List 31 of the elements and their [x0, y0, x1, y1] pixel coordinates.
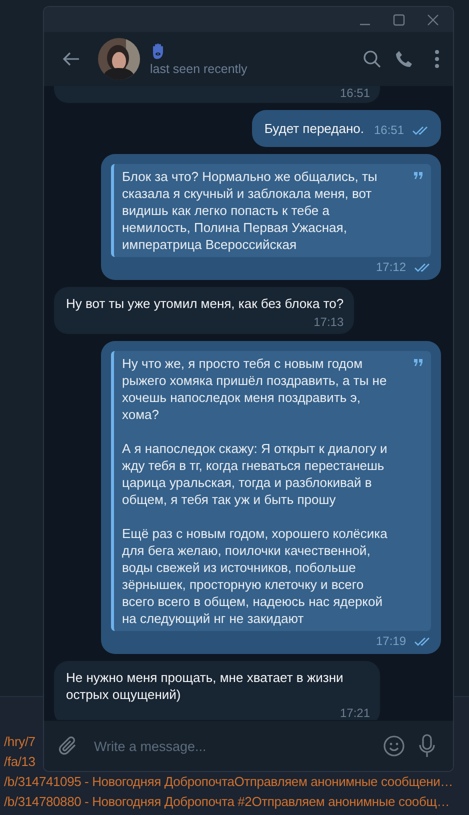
- quote-mark-icon: [414, 359, 423, 366]
- thread-link[interactable]: /fa/13: [4, 753, 36, 771]
- quote-mark-icon: [414, 172, 423, 179]
- thread-link[interactable]: /b/314741095 - Новогодняя ДобропочтаОтправляем анонимные сообщени…: [4, 773, 453, 791]
- message-time: 17:21: [340, 706, 370, 720]
- message-text: Будет передано.: [264, 120, 364, 137]
- maximize-icon[interactable]: [393, 14, 405, 26]
- message-text: Не нужно меня прощать, мне хватает в жизни острых ощущений): [66, 669, 344, 703]
- message-time: 16:51: [374, 123, 404, 137]
- message-time: 17:12: [376, 260, 406, 274]
- message-text: Блок за что? Нормально же общались, ты сказала я скучный и заблокала меня, вот видишь как легко попасть к тебе а немилость, Полина Первая Ужасная, императрица Всероссийская: [122, 168, 378, 253]
- message-text: Ну что же, я просто тебя с новым годом рыжего хомяка пришёл поздравить, а ты не хочешь напоследок меня поздравить э, хома?: [122, 355, 388, 423]
- emoji-icon[interactable]: [383, 735, 405, 757]
- message-text: Ещё раз с новым годом, хорошего колёсика для бега желаю, поилочки качественной, воды свежей из источников, побольше зёрнышек, просторную клеточку и всего всего всего в общем, надеюсь нас ядеркой на следующий нг не закидают: [122, 525, 388, 627]
- close-icon[interactable]: [427, 14, 439, 26]
- thread-link[interactable]: /b/314780880 - Новогодняя Добропочта #2Отправляем анонимные сообщ…: [4, 793, 450, 811]
- phone-icon[interactable]: [395, 50, 413, 68]
- hamsa-icon: [150, 42, 166, 60]
- attach-icon[interactable]: [58, 735, 78, 757]
- message-text: А я напоследок скажу: Я открыт к диалогу и жду тебя в тг, когда гневаться перестанешь царица уральская, тогда и разблокивай в общем, я тебя так уж и быть прошу: [122, 440, 388, 508]
- more-icon[interactable]: [435, 50, 439, 68]
- message-time: 16:51: [340, 86, 370, 100]
- last-seen-status: last seen recently: [150, 62, 248, 76]
- search-icon[interactable]: [363, 50, 381, 68]
- message-text: Ну вот ты уже утомил меня, как без блока то?: [66, 295, 344, 312]
- message-time: 17:19: [376, 634, 406, 648]
- microphone-icon[interactable]: [419, 734, 435, 758]
- message-time: 17:13: [314, 315, 344, 329]
- avatar[interactable]: [98, 38, 140, 80]
- thread-link[interactable]: /hry/7: [4, 733, 36, 751]
- back-arrow-icon[interactable]: [62, 52, 80, 66]
